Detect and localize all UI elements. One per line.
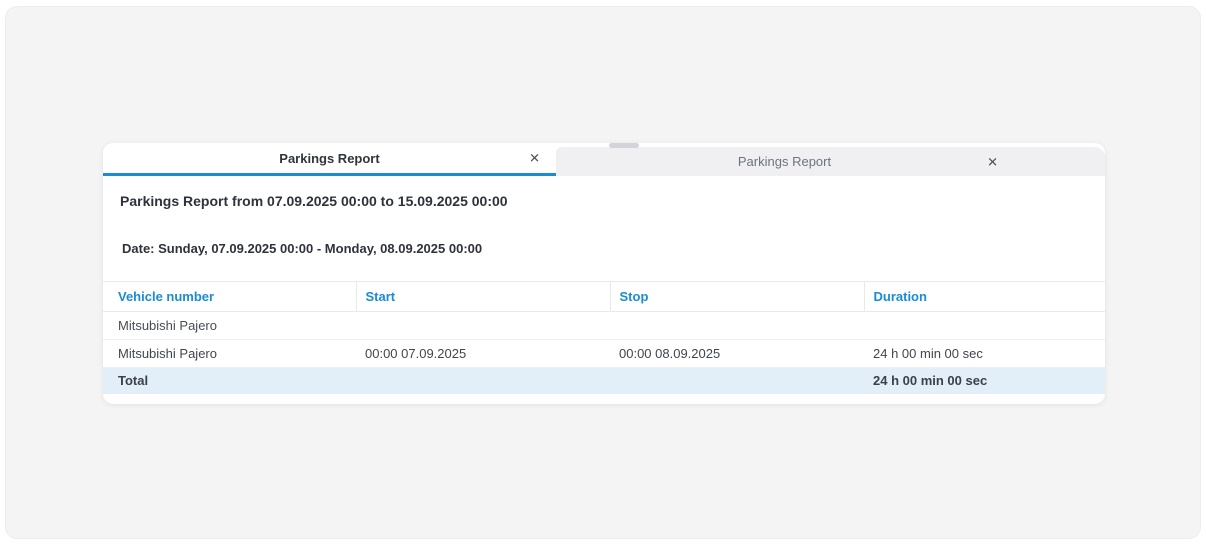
column-header-stop[interactable]: Stop — [610, 282, 864, 312]
total-label: Total — [103, 368, 356, 394]
vehicle-group-row[interactable]: Mitsubishi Pajero — [103, 312, 1105, 340]
table-row: Mitsubishi Pajero 00:00 07.09.2025 00:00… — [103, 340, 1105, 368]
tab-parkings-report-active[interactable]: Parkings Report ✕ — [103, 143, 556, 176]
table-header-row: Vehicle number Start Stop Duration — [103, 282, 1105, 312]
total-row: Total 24 h 00 min 00 sec — [103, 368, 1105, 394]
total-start — [356, 368, 610, 394]
report-date-range: Date: Sunday, 07.09.2025 00:00 - Monday,… — [122, 241, 1105, 257]
vehicle-group-label: Mitsubishi Pajero — [103, 312, 1105, 340]
cell-duration: 24 h 00 min 00 sec — [864, 340, 1105, 368]
total-stop — [610, 368, 864, 394]
tab-parkings-report-inactive[interactable]: Parkings Report ✕ — [556, 147, 1013, 176]
app-background: Parkings Report ✕ Parkings Report ✕ Park… — [5, 6, 1201, 539]
close-icon[interactable]: ✕ — [529, 152, 540, 165]
column-header-duration[interactable]: Duration — [864, 282, 1105, 312]
tab-label: Parkings Report — [279, 151, 379, 166]
parkings-table: Vehicle number Start Stop Duration Mitsu… — [103, 281, 1105, 394]
tab-bar: Parkings Report ✕ Parkings Report ✕ — [103, 143, 1105, 176]
cell-start: 00:00 07.09.2025 — [356, 340, 610, 368]
cell-vehicle: Mitsubishi Pajero — [103, 340, 356, 368]
cell-stop: 00:00 08.09.2025 — [610, 340, 864, 368]
report-title: Parkings Report from 07.09.2025 00:00 to… — [120, 193, 1105, 209]
tab-strip-background: Parkings Report ✕ — [556, 147, 1105, 176]
drag-handle[interactable] — [609, 143, 639, 148]
report-window: Parkings Report ✕ Parkings Report ✕ Park… — [103, 143, 1105, 404]
report-content: Parkings Report from 07.09.2025 00:00 to… — [103, 193, 1105, 394]
close-icon[interactable]: ✕ — [987, 155, 998, 168]
column-header-start[interactable]: Start — [356, 282, 610, 312]
tab-label: Parkings Report — [738, 154, 831, 169]
total-duration: 24 h 00 min 00 sec — [864, 368, 1105, 394]
column-header-vehicle-number[interactable]: Vehicle number — [103, 282, 356, 312]
